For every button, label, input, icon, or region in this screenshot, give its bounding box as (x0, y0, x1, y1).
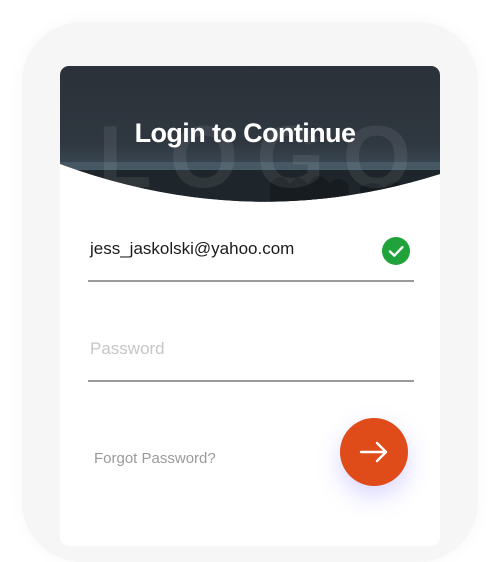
email-field[interactable]: jess_jaskolski@yahoo.com (88, 226, 414, 282)
header-banner: LOGO Login to Continue (60, 66, 440, 206)
password-field[interactable]: Password (88, 326, 414, 382)
login-card: LOGO Login to Continue jess_jaskolski@ya… (60, 66, 440, 546)
page-title: Login to Continue (134, 118, 356, 148)
password-placeholder: Password (90, 339, 165, 358)
email-value: jess_jaskolski@yahoo.com (90, 239, 295, 258)
check-circle-icon (382, 237, 410, 265)
submit-button[interactable] (340, 418, 408, 486)
forgot-password-link[interactable]: Forgot Password? (94, 450, 216, 467)
arrow-right-icon (359, 441, 388, 463)
